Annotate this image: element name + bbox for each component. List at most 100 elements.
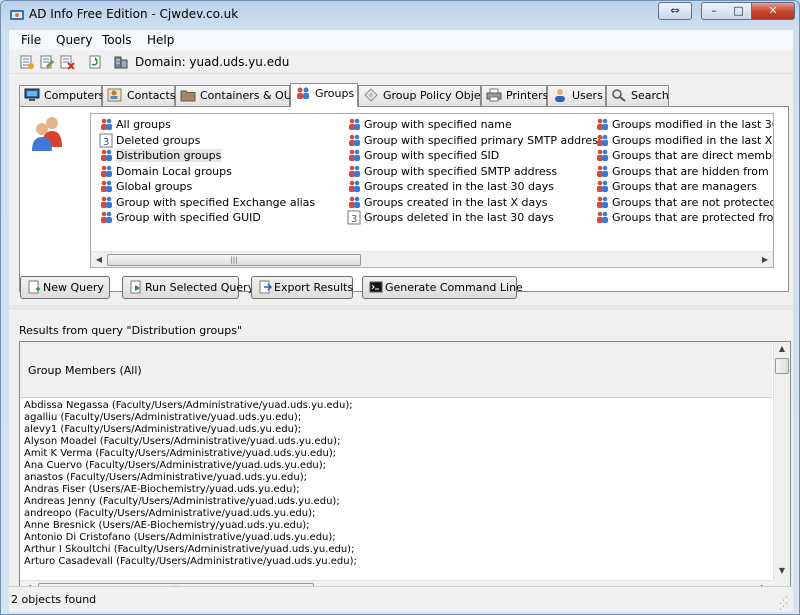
run-selected-query-button[interactable]: Run Selected Query <box>122 276 254 299</box>
query-item[interactable]: Group with specified primary SMTP addres… <box>347 133 604 148</box>
menu-query[interactable]: Query <box>56 33 92 47</box>
member-line: agalliu (Faculty/Users/Administrative/yu… <box>24 412 302 423</box>
resize-grip-icon[interactable]: ⋰ ⋰ <box>779 597 791 612</box>
minimize-button[interactable]: – <box>701 2 727 20</box>
query-item[interactable]: Group with specified SMTP address <box>347 164 557 179</box>
query-item[interactable]: Group with specified Exchange alias <box>99 195 315 210</box>
tab-groups[interactable]: Groups <box>290 83 358 107</box>
member-line: Alyson Moadel (Faculty/Users/Administrat… <box>24 436 341 447</box>
member-line: Antonio Di Cristofano (Users/Administrat… <box>24 532 336 543</box>
new-query-button[interactable]: New Query <box>20 276 110 299</box>
button-label: Generate Command Line <box>385 281 523 294</box>
query-list-hscrollbar[interactable]: ◀ ||| ▶ <box>91 251 773 267</box>
button-label: Export Results <box>274 281 354 294</box>
group-icon <box>349 165 360 177</box>
member-line: Andras Fiser (Users/AE-Biochemistry/yuad… <box>24 484 300 495</box>
query-item[interactable]: Distribution groups <box>99 148 222 163</box>
edit-query-icon[interactable] <box>39 54 55 70</box>
results-members-cell[interactable]: Abdissa Negassa (Faculty/Users/Administr… <box>24 400 769 572</box>
scroll-down-icon[interactable]: ▼ <box>776 566 788 578</box>
scroll-right-icon[interactable]: ▶ <box>759 254 771 266</box>
group-icon <box>597 165 608 177</box>
toolbar: Domain: yuad.uds.yu.edu <box>9 50 793 74</box>
query-item-label: Groups modified in the last 30 days <box>612 118 773 131</box>
results-column-header[interactable]: Group Members (All) <box>20 342 772 398</box>
query-item-label: Group with specified name <box>364 118 512 131</box>
group-icon <box>597 149 608 161</box>
query-item[interactable]: Groups modified in the last 30 days <box>595 117 773 132</box>
window-title: AD Info Free Edition - Cjwdev.co.uk <box>29 7 239 21</box>
menu-file[interactable]: File <box>21 33 41 47</box>
results-grid[interactable]: Group Members (All) Abdissa Negassa (Fac… <box>19 341 791 597</box>
tab-label: Contacts <box>127 89 176 102</box>
tab-search[interactable]: Search <box>606 85 669 106</box>
query-item[interactable]: Groups that are hidden from Exchange <box>595 164 773 179</box>
query-item-label: Groups that are not protected from dele <box>612 195 774 209</box>
scroll-thumb[interactable] <box>775 358 789 374</box>
query-item[interactable]: 3 Groups deleted in the last 30 days <box>347 210 554 225</box>
member-line: andreopo (Faculty/Users/Administrative/y… <box>24 508 316 519</box>
tab-label: Group Policy Objects <box>383 89 497 102</box>
query-item[interactable]: Groups modified in the last X days <box>595 133 773 148</box>
status-bar: 2 objects found ⋰ ⋰ <box>9 586 793 612</box>
tab-strip: Computers Contacts Containers & OUs Grou… <box>19 83 789 107</box>
tab-label: Users <box>572 89 603 102</box>
query-item-label: Groups that are protected from deletio <box>612 211 774 224</box>
title-bar[interactable]: AD Info Free Edition - Cjwdev.co.uk ⇔ – … <box>1 1 799 29</box>
query-item[interactable]: Groups that are direct members of spe <box>595 148 773 163</box>
delete-query-icon[interactable] <box>59 54 75 70</box>
tab-contacts[interactable]: Contacts <box>102 85 176 106</box>
query-item[interactable]: Groups that are not protected from dele <box>595 195 774 210</box>
maximize-button[interactable]: □ <box>726 2 752 20</box>
scroll-thumb[interactable]: ||| <box>107 254 361 266</box>
tab-computers[interactable]: Computers <box>19 85 104 106</box>
contact-icon <box>107 88 122 102</box>
restore-button[interactable]: ⇔ <box>658 2 692 20</box>
query-item-label: Groups deleted in the last 30 days <box>364 211 554 224</box>
generate-command-line-button[interactable]: Generate Command Line <box>362 276 523 299</box>
query-item[interactable]: Groups that are managers <box>595 179 757 194</box>
refresh-icon[interactable] <box>87 54 103 70</box>
query-list[interactable]: All groups 3 Deleted groups Distribution gr… <box>90 113 774 268</box>
tab-users[interactable]: Users <box>547 85 606 106</box>
query-item-label: Groups that are direct members of spe <box>612 149 773 162</box>
tab-printers[interactable]: Printers <box>481 85 548 106</box>
query-item[interactable]: Group with specified GUID <box>99 210 261 225</box>
group-icon <box>349 196 360 208</box>
query-item[interactable]: Group with specified SID <box>347 148 499 163</box>
query-item[interactable]: Groups created in the last X days <box>347 195 548 210</box>
query-item-label: All groups <box>116 118 171 131</box>
app-window: AD Info Free Edition - Cjwdev.co.uk ⇔ – … <box>0 0 800 615</box>
tab-containers-ous[interactable]: Containers & OUs <box>175 85 298 106</box>
results-label: Results from query "Distribution groups" <box>19 324 243 337</box>
query-item-label: Group with specified SID <box>364 149 500 162</box>
close-button[interactable]: ✕ <box>751 2 795 20</box>
query-item-label: Group with specified primary SMTP addres… <box>364 133 604 147</box>
query-item[interactable]: Groups created in the last 30 days <box>347 179 554 194</box>
member-line: Arturo Casadevall (Faculty/Users/Adminis… <box>24 556 357 567</box>
results-vscrollbar[interactable]: ▲ ▼ <box>773 342 790 580</box>
svg-text:3: 3 <box>103 137 109 148</box>
scroll-left-icon[interactable]: ◀ <box>93 254 105 266</box>
group-icon <box>101 165 112 177</box>
tab-group-policy-objects[interactable]: Group Policy Objects <box>358 85 497 106</box>
menu-tools[interactable]: Tools <box>102 33 132 47</box>
query-item[interactable]: 3 Deleted groups <box>99 133 200 148</box>
query-item-label: Group with specified Exchange alias <box>116 195 316 209</box>
panel-splitter[interactable] <box>9 305 793 310</box>
menu-help[interactable]: Help <box>147 33 174 47</box>
query-item[interactable]: Domain Local groups <box>99 164 232 179</box>
query-item[interactable]: Global groups <box>99 179 192 194</box>
scroll-up-icon[interactable]: ▲ <box>776 344 788 356</box>
export-results-button[interactable]: Export Results <box>251 276 353 299</box>
command-line-icon <box>369 281 383 293</box>
computer-icon <box>24 88 40 101</box>
query-item[interactable]: Group with specified name <box>347 117 512 132</box>
member-line: Amit K Verma (Faculty/Users/Administrati… <box>24 448 337 459</box>
query-item[interactable]: Groups that are protected from deletio <box>595 210 774 225</box>
query-item[interactable]: All groups <box>99 117 171 132</box>
query-item-label: Distribution groups <box>116 149 222 162</box>
query-list-icon[interactable] <box>19 54 35 70</box>
query-item-label: Domain Local groups <box>116 164 232 178</box>
group-icon <box>101 149 112 161</box>
